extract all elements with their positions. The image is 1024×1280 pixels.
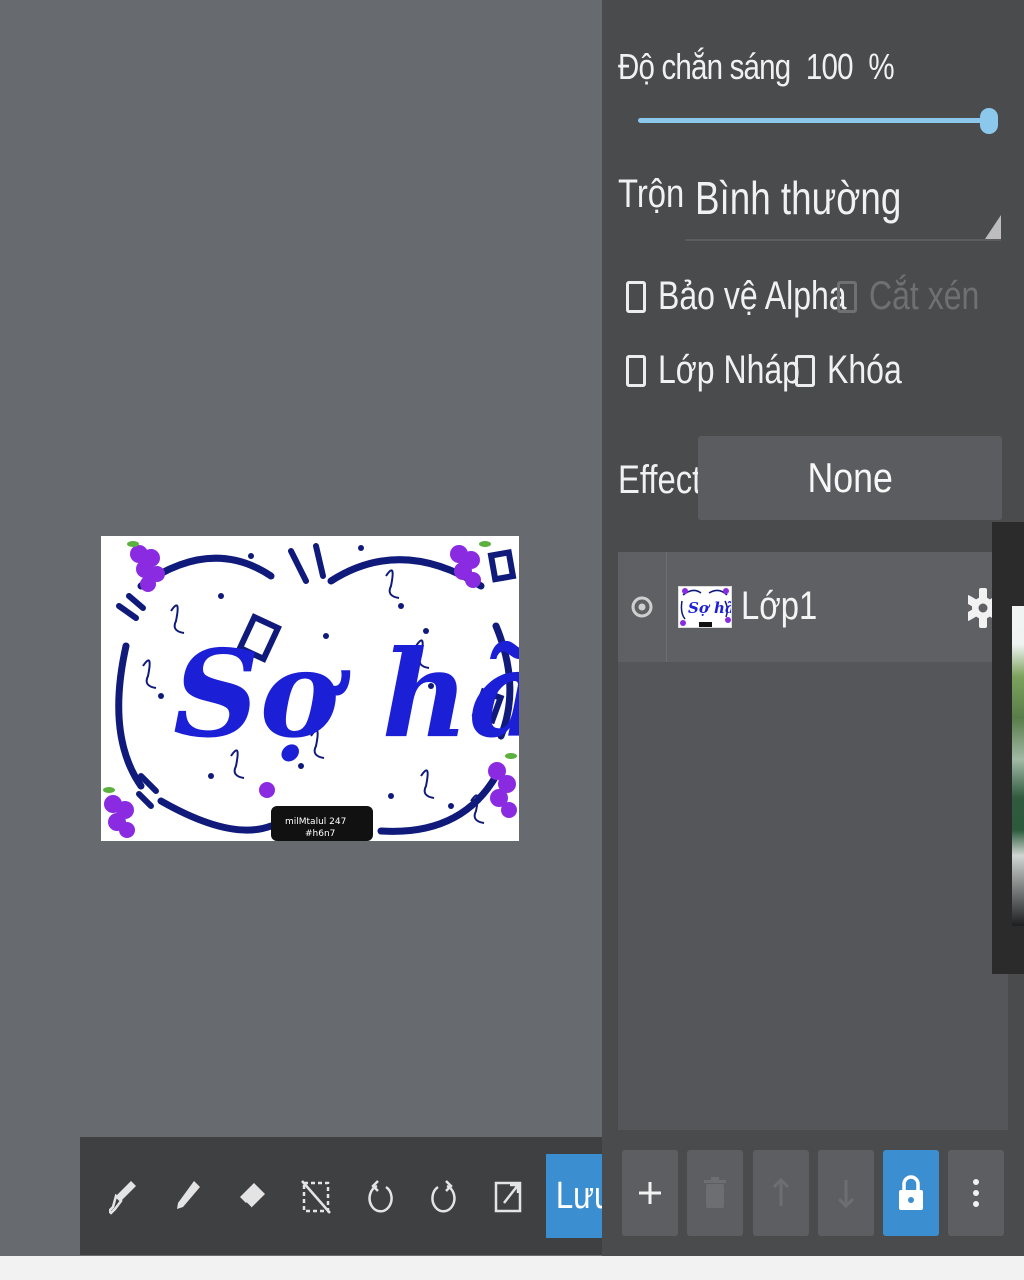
watermark-line2: #h6n7 bbox=[305, 829, 335, 839]
export-button[interactable] bbox=[486, 1172, 530, 1222]
svg-text:Sợ hãi: Sợ hãi bbox=[688, 599, 731, 617]
eyedropper-icon bbox=[109, 1181, 136, 1215]
opacity-unit: % bbox=[868, 46, 894, 87]
checkbox-icon bbox=[837, 280, 857, 313]
save-label: Lưu bbox=[555, 1174, 602, 1217]
artwork-title: Sợ hãi bbox=[173, 624, 519, 765]
effect-button[interactable]: None bbox=[698, 436, 1002, 520]
add-layer-button[interactable] bbox=[622, 1150, 678, 1236]
lock-checkbox[interactable]: Khóa bbox=[795, 348, 920, 393]
lock-icon bbox=[899, 1175, 923, 1210]
delete-layer-icon bbox=[704, 1177, 726, 1208]
layer-row[interactable]: Sợ hãi Lớp1 bbox=[618, 552, 1008, 662]
eyedropper-tool[interactable] bbox=[102, 1172, 146, 1222]
visibility-toggle[interactable] bbox=[618, 552, 667, 662]
add-layer-icon bbox=[639, 1182, 661, 1204]
checkbox-icon bbox=[626, 280, 646, 313]
move-up-icon bbox=[772, 1177, 790, 1206]
watermark-line1: milMtalul 247 bbox=[285, 817, 346, 827]
pen-icon bbox=[177, 1181, 200, 1209]
lock-layer-button[interactable] bbox=[883, 1150, 939, 1236]
layer-thumbnail: Sợ hãi bbox=[678, 586, 732, 628]
deselect-icon bbox=[301, 1180, 331, 1214]
checkbox-icon bbox=[795, 354, 815, 387]
more-options-button[interactable] bbox=[948, 1150, 1004, 1236]
draft-layer-label: Lớp Nháp bbox=[658, 348, 800, 392]
canvas-area[interactable]: Sợ hãi milMtalul 247 #h6n7 bbox=[0, 0, 602, 1256]
blend-mode-label: Trộn bbox=[618, 172, 685, 216]
delete-layer-button[interactable] bbox=[687, 1150, 743, 1236]
layer-thumbnail-image: Sợ hãi bbox=[679, 587, 731, 627]
save-button[interactable]: Lưu bbox=[546, 1154, 602, 1238]
eye-icon bbox=[631, 596, 653, 618]
deselect-tool[interactable] bbox=[294, 1172, 338, 1222]
blend-mode-dropdown[interactable]: Bình thường bbox=[685, 165, 1001, 241]
opacity-slider[interactable] bbox=[638, 108, 998, 134]
move-down-icon bbox=[837, 1180, 855, 1209]
layer-properties-panel: Độ chắn sáng 100 % Trộn Bình thường Bảo … bbox=[602, 0, 1024, 1256]
layer-name: Lớp1 bbox=[741, 584, 818, 628]
redo-icon bbox=[431, 1180, 456, 1213]
more-icon bbox=[973, 1179, 979, 1207]
move-layer-up-button[interactable] bbox=[753, 1150, 809, 1236]
opacity-slider-thumb[interactable] bbox=[980, 108, 998, 134]
reference-preview bbox=[992, 522, 1024, 974]
opacity-slider-track bbox=[638, 118, 992, 123]
eraser-icon bbox=[240, 1183, 265, 1209]
layer-list[interactable]: Sợ hãi Lớp1 bbox=[618, 552, 1008, 1130]
export-icon bbox=[494, 1181, 522, 1213]
clipping-label: Cắt xén bbox=[869, 274, 980, 318]
opacity-label-text: Độ chắn sáng bbox=[618, 46, 791, 87]
opacity-value: 100 bbox=[805, 46, 854, 87]
effect-label: Effect bbox=[618, 458, 702, 502]
move-layer-down-button[interactable] bbox=[818, 1150, 874, 1236]
undo-icon bbox=[368, 1180, 393, 1213]
artwork-image[interactable]: Sợ hãi milMtalul 247 #h6n7 bbox=[101, 536, 519, 841]
clipping-checkbox[interactable]: Cắt xén bbox=[837, 274, 1007, 319]
protect-alpha-label: Bảo vệ Alpha bbox=[658, 274, 847, 318]
bottom-strip bbox=[0, 1256, 1024, 1280]
checkbox-icon bbox=[626, 354, 646, 387]
undo-button[interactable] bbox=[358, 1172, 402, 1222]
pen-tool[interactable] bbox=[166, 1172, 210, 1222]
effect-value: None bbox=[807, 454, 893, 501]
bottom-toolbar: Lưu bbox=[80, 1137, 602, 1255]
blend-mode-value: Bình thường bbox=[695, 172, 902, 224]
redo-button[interactable] bbox=[422, 1172, 466, 1222]
reference-preview-image bbox=[1012, 606, 1024, 926]
artwork-drawing: Sợ hãi milMtalul 247 #h6n7 bbox=[103, 541, 519, 841]
lock-label: Khóa bbox=[827, 348, 902, 392]
dropdown-corner-icon bbox=[985, 215, 1001, 239]
eraser-tool[interactable] bbox=[230, 1172, 274, 1222]
opacity-label: Độ chắn sáng 100 % bbox=[618, 46, 902, 88]
